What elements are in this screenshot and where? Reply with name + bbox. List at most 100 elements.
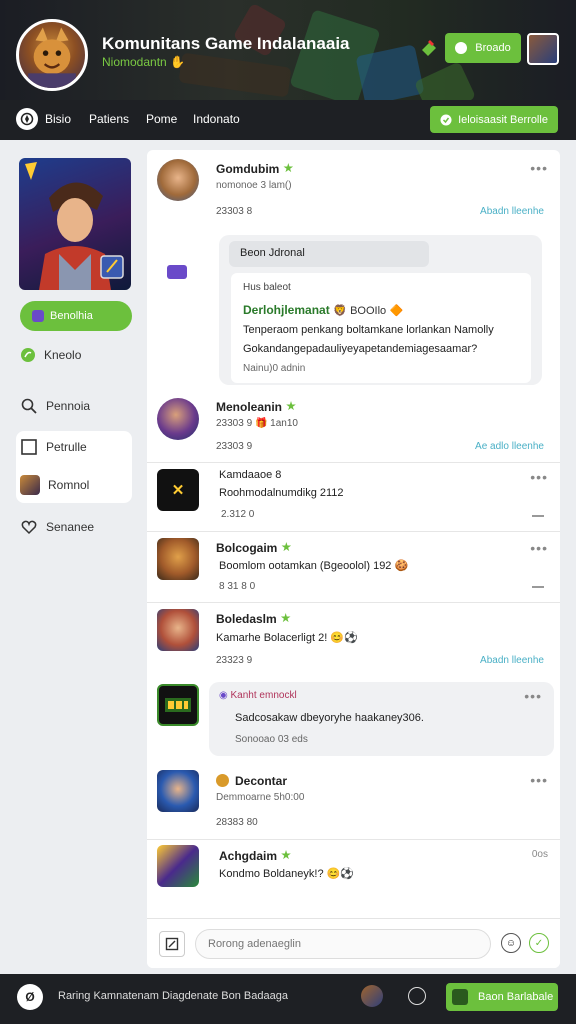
reply-link[interactable]: Ae adlo lleenhe <box>475 441 544 452</box>
nav-cta-label: Ieloisaasit Berrolle <box>458 113 548 126</box>
post-meta: 1an10 <box>270 418 298 429</box>
post-text: Boomlom ootamkan (Bgeoolol) 192 🍪 <box>219 559 408 572</box>
emoji-icon[interactable]: ☺ <box>501 933 521 953</box>
brand-icon[interactable]: Ø <box>17 984 43 1010</box>
gem-emoji-icon: 🔶 <box>389 305 404 317</box>
nav-cta-button[interactable]: Ieloisaasit Berrolle <box>430 106 558 133</box>
post-author[interactable]: Menoleanin <box>216 400 296 414</box>
sidebar-item-label: Petrulle <box>46 440 87 454</box>
more-options-icon[interactable]: ••• <box>530 772 548 788</box>
dash-icon <box>532 515 544 517</box>
post-text-body: Kondmo Boldaneyk!? <box>219 868 324 880</box>
nav-bar: Bisio Patiens Pome Indonato Ieloisaasit … <box>0 100 576 140</box>
community-logo[interactable] <box>16 19 88 91</box>
header-action-label: Broado <box>475 42 511 54</box>
toggle-icon <box>455 42 468 54</box>
reply-link[interactable]: Abadn lleenhe <box>480 206 544 217</box>
post-avatar[interactable] <box>157 538 199 580</box>
sidebar-item-petrulle[interactable]: Petrulle <box>20 438 87 456</box>
user-avatar[interactable] <box>527 33 559 65</box>
post-author[interactable]: Decontar <box>216 774 287 788</box>
more-options-icon[interactable]: ••• <box>524 688 542 704</box>
post-author[interactable]: Gomdubim <box>216 162 294 176</box>
sidebar-item-romnol[interactable]: Romnol <box>20 475 89 495</box>
reply-tag-icon: ◉ <box>219 690 228 701</box>
nav-item-indonato[interactable]: Indonato <box>193 112 240 126</box>
post-author-name: Gomdubim <box>216 162 280 176</box>
post-author[interactable]: Kamdaaoe 8 <box>219 469 281 481</box>
post-time: 23323 9 <box>216 655 253 666</box>
post-avatar[interactable] <box>157 845 199 887</box>
header-action-button[interactable]: Broado <box>445 33 521 63</box>
clock-emoji-icon: 🎁 <box>254 418 268 429</box>
composer-bar: ☺ ✓ <box>147 918 560 968</box>
sidebar: Benolhia Kneolo Pennoia Petrulle Romnol … <box>0 140 146 974</box>
footer-action-button[interactable]: Baon Barlabale <box>446 983 558 1011</box>
post-avatar[interactable] <box>157 398 199 440</box>
reply-card: Beon Jdronal Hus baleot Derlohjlemanat 🦁… <box>219 235 542 385</box>
post-avatar[interactable] <box>157 159 199 201</box>
footer-avatar[interactable] <box>361 985 383 1007</box>
post-author[interactable]: Bolcogaim <box>216 541 292 555</box>
star-badge-icon <box>286 401 296 411</box>
post-item: Achgdaim 0os Kondmo Boldaneyk!? 😊⚽ <box>147 840 560 918</box>
reply-heading-text: Derlohjlemanat <box>243 303 330 317</box>
reply-label: Hus baleot <box>243 282 291 293</box>
post-author[interactable]: Boledaslm <box>216 612 291 626</box>
post-avatar[interactable]: ✕ <box>157 469 199 511</box>
app-header: Komunitans Game Indalanaaia Niomodantn ✋… <box>0 0 576 140</box>
sidebar-item-pennoia[interactable]: Pennoia <box>20 397 90 415</box>
reply-time: Nainu)0 adnin <box>243 363 306 374</box>
footer-bar: Ø Raring Kamnatenam Diagdenate Bon Badaa… <box>0 974 576 1024</box>
nav-item-patiens[interactable]: Patiens <box>89 112 129 126</box>
edit-icon[interactable] <box>159 931 185 957</box>
post-item: Boledaslm Kamarhe Bolacerligt 2! 😊⚽ 2332… <box>147 603 560 675</box>
sidebar-item-senanee[interactable]: Senanee <box>20 518 94 536</box>
post-time: 8 31 8 0 <box>219 581 256 592</box>
post-text-body: Kamarhe Bolacerligt 2! <box>216 632 328 644</box>
sidebar-primary-icon <box>32 310 44 322</box>
post-item: ◉ Kanht emnockl ••• Sadcosakaw dbeyoryhe… <box>147 676 560 758</box>
more-options-icon[interactable]: 0os <box>532 849 548 860</box>
sidebar-primary-button[interactable]: Benolhia <box>20 301 132 331</box>
coin-icon <box>216 774 229 787</box>
send-icon[interactable]: ✓ <box>529 933 549 953</box>
sidebar-item-label: Senanee <box>46 520 95 534</box>
compass-icon[interactable] <box>16 108 38 130</box>
post-item: Decontar ••• Demmoarne 5h0:00 28383 80 <box>147 762 560 840</box>
smiley-icon[interactable] <box>408 987 426 1005</box>
hero-banner[interactable] <box>19 158 131 290</box>
ball-emoji-icon: ⚽ <box>344 632 358 644</box>
more-options-icon[interactable]: ••• <box>530 469 548 485</box>
cookie-emoji-icon: 🍪 <box>394 560 409 572</box>
more-options-icon[interactable]: ••• <box>530 160 548 176</box>
sidebar-item-kneolo[interactable]: Kneolo <box>20 347 81 363</box>
checkbox-icon <box>21 439 37 455</box>
nav-item-home[interactable]: Bisio <box>45 112 71 126</box>
post-bubble: ◉ Kanht emnockl ••• Sadcosakaw dbeyoryhe… <box>209 682 554 756</box>
post-item: Bolcogaim ••• Boomlom ootamkan (Bgeoolol… <box>147 532 560 602</box>
post-author-name: Bolcogaim <box>216 541 278 555</box>
more-options-icon[interactable]: ••• <box>530 540 548 556</box>
post-avatar[interactable] <box>157 684 199 726</box>
post-meta: nomonoe 3 lam() <box>216 180 292 191</box>
post-author[interactable]: Achgdaim <box>219 849 291 863</box>
nav-item-pome[interactable]: Pome <box>146 112 177 126</box>
post-avatar[interactable] <box>157 609 199 651</box>
reply-link[interactable]: Abadn lleenhe <box>480 655 544 666</box>
post-author-name: Achgdaim <box>219 849 278 863</box>
feed-panel: Gomdubim nomonoe 3 lam() ••• 23303 8 Aba… <box>147 150 560 968</box>
post-item: Gomdubim nomonoe 3 lam() ••• 23303 8 Aba… <box>147 150 560 390</box>
ball-emoji-icon: ⚽ <box>340 868 355 880</box>
post-author-name: Menoleanin <box>216 400 283 414</box>
post-meta: Demmoarne 5h0:00 <box>216 792 305 803</box>
search-icon <box>21 398 37 414</box>
gift-icon <box>452 989 468 1005</box>
post-avatar[interactable] <box>157 770 199 812</box>
footer-text: Raring Kamnatenam Diagdenate Bon Badaaga <box>58 990 288 1002</box>
comment-input[interactable] <box>195 929 491 959</box>
heart-icon <box>21 520 37 535</box>
gem-icon[interactable] <box>418 36 440 58</box>
post-item: ✕ Kamdaaoe 8 ••• Roohmodalnumdikg 2112 2… <box>147 463 560 531</box>
mascot-icon <box>28 27 76 88</box>
